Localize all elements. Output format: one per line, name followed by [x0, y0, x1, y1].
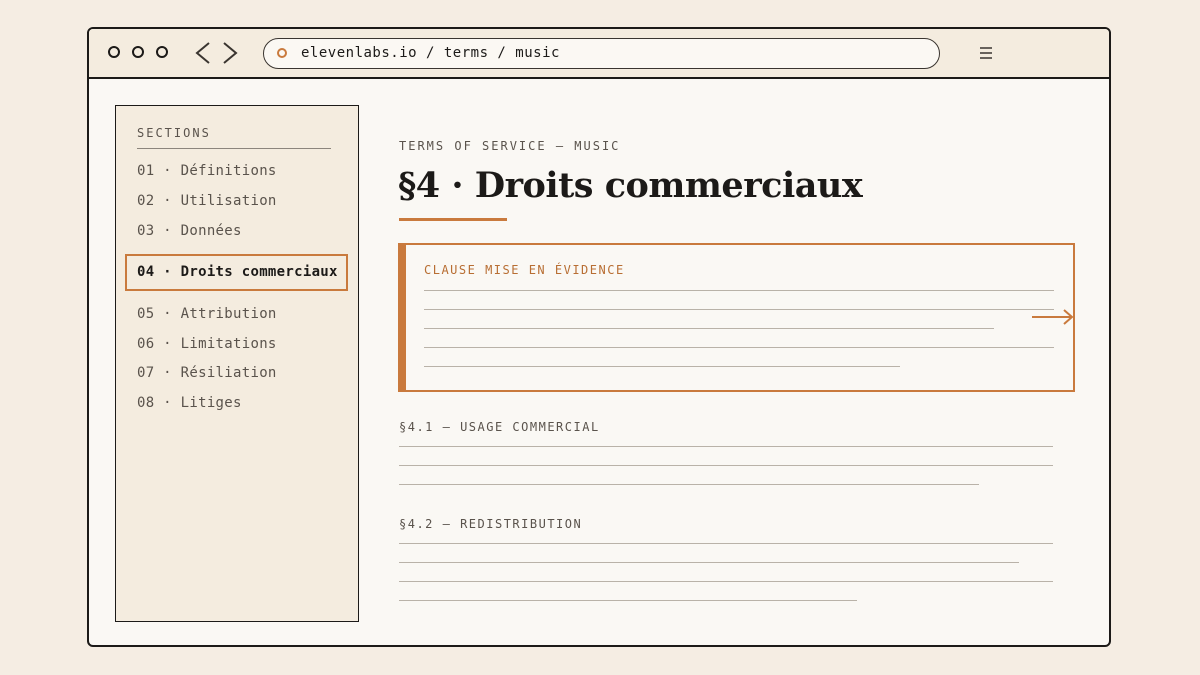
text-placeholder-line: [424, 290, 1054, 291]
sidebar-heading: SECTIONS: [137, 126, 211, 140]
text-placeholder-line: [399, 562, 1019, 563]
sidebar-item-definitions[interactable]: 01 · Définitions: [137, 163, 277, 179]
text-placeholder-line: [424, 309, 1054, 310]
title-underline: [399, 218, 507, 221]
text-placeholder-line: [424, 347, 1054, 348]
page-kicker: TERMS OF SERVICE — MUSIC: [399, 139, 621, 153]
highlighted-clause: CLAUSE MISE EN ÉVIDENCE: [398, 243, 1075, 392]
address-bar[interactable]: elevenlabs.io / terms / music: [263, 38, 940, 69]
sidebar-item-donnees[interactable]: 03 · Données: [137, 223, 242, 239]
subsection-heading: §4.2 — REDISTRIBUTION: [399, 517, 583, 531]
text-placeholder-line: [399, 543, 1053, 544]
text-placeholder-line: [399, 600, 857, 601]
text-placeholder-line: [399, 446, 1053, 447]
text-placeholder-line: [424, 366, 900, 367]
sidebar-divider: [137, 148, 331, 149]
sidebar-item-limitations[interactable]: 06 · Limitations: [137, 336, 277, 352]
text-placeholder-line: [399, 581, 1053, 582]
text-placeholder-line: [399, 465, 1053, 466]
sidebar-item-litiges[interactable]: 08 · Litiges: [137, 395, 242, 411]
window-minimize-control[interactable]: [132, 46, 144, 58]
sidebar-item-utilisation[interactable]: 02 · Utilisation: [137, 193, 277, 209]
browser-window: elevenlabs.io / terms / music SECTIONS 0…: [87, 27, 1111, 647]
forward-arrow-icon[interactable]: [220, 41, 240, 65]
sidebar-item-droits-commerciaux[interactable]: 04 · Droits commerciaux: [125, 254, 348, 291]
arrow-right-icon[interactable]: [1032, 309, 1074, 325]
url-text[interactable]: elevenlabs.io / terms / music: [301, 45, 560, 61]
site-status-icon: [277, 48, 287, 58]
callout-label: CLAUSE MISE EN ÉVIDENCE: [424, 263, 625, 277]
window-maximize-control[interactable]: [156, 46, 168, 58]
back-arrow-icon[interactable]: [193, 41, 213, 65]
text-placeholder-line: [399, 484, 979, 485]
sidebar-item-resiliation[interactable]: 07 · Résiliation: [137, 365, 277, 381]
subsection-heading: §4.1 — USAGE COMMERCIAL: [399, 420, 600, 434]
text-placeholder-line: [424, 328, 994, 329]
sections-sidebar: SECTIONS 01 · Définitions 02 · Utilisati…: [115, 105, 359, 622]
window-close-control[interactable]: [108, 46, 120, 58]
callout-accent-bar: [398, 243, 406, 392]
page-title: §4 · Droits commerciaux: [398, 165, 863, 206]
browser-toolbar: elevenlabs.io / terms / music: [89, 29, 1109, 79]
sidebar-item-attribution[interactable]: 05 · Attribution: [137, 306, 277, 322]
menu-icon[interactable]: [979, 47, 993, 59]
